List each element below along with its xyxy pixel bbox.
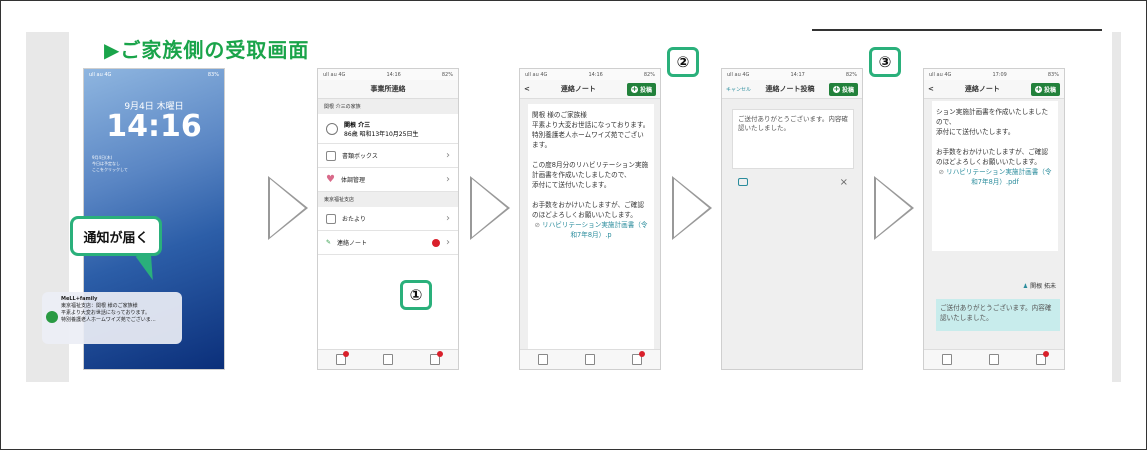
menu-health[interactable]: ♥ 体調管理 › <box>318 168 458 192</box>
phone-note-sent: ull au 4G 17:09 83% < 連絡ノート + 投稿 ション実施計画書を作成い… <box>923 68 1065 370</box>
tab-documents[interactable] <box>988 354 999 365</box>
tab-bar <box>520 349 660 369</box>
arrow-right-icon <box>470 176 510 240</box>
tab-settings[interactable] <box>1035 351 1049 365</box>
nav-bar: キャンセル 連絡ノート投稿 + 投稿 <box>722 80 862 99</box>
notif-subtitle: 東京福祉支店：関根 様のご家族様 <box>61 303 138 309</box>
step-number-2: ② <box>667 47 699 77</box>
post-button[interactable]: + 投稿 <box>1030 82 1060 96</box>
nav-bar: < 連絡ノート + 投稿 <box>924 80 1064 99</box>
person-card[interactable]: 関根 介三 86歳 昭和13年10月25日生 <box>318 114 458 144</box>
callout-notification: 通知が届く <box>70 216 162 256</box>
notif-app-name: MeLL+family <box>61 296 98 302</box>
tab-office[interactable] <box>942 354 953 365</box>
back-icon[interactable]: < <box>524 85 530 93</box>
attachment-link[interactable]: ⊘ リハビリテーション実施計画書（令和7年8月）.pdf <box>936 167 1054 187</box>
status-bar: ull au 4G 14:16 82% <box>318 69 458 80</box>
status-bar: ull au 4G 83% <box>89 71 219 78</box>
paperclip-icon: ⊘ <box>534 221 543 229</box>
pencil-icon: ✎ <box>326 239 332 246</box>
chevron-right-icon: › <box>446 150 450 161</box>
post-button[interactable]: + 投稿 <box>626 82 656 96</box>
avatar-icon <box>326 122 338 135</box>
post-button[interactable]: + 投稿 <box>828 82 858 96</box>
message-body: ション実施計画書を作成いたしましたので、 添付にて送付いたします。 お手数をおかけ… <box>932 101 1058 251</box>
app-icon <box>46 311 58 323</box>
tab-settings[interactable] <box>631 351 645 365</box>
calendar-widget: 9月4日(木) 今日は予定なし ここをクリックして <box>92 155 128 172</box>
back-icon[interactable]: < <box>928 85 934 93</box>
nav-bar: < 連絡ノート + 投稿 <box>520 80 660 99</box>
arrow-right-icon <box>672 176 712 240</box>
message-body: 関根 様のご家族様 平素より大変お世話になっております。 特別養護老人ホームワイズ… <box>528 104 654 356</box>
chevron-right-icon: › <box>446 213 450 224</box>
reply-message: ご送付ありがとうございます。内容確認いたしました。 <box>936 299 1060 331</box>
arrow-right-icon <box>874 176 914 240</box>
step-number-3: ③ <box>869 47 901 77</box>
heart-icon: ♥ <box>326 174 335 185</box>
sender-name: ♟ 関根 拓未 <box>1022 283 1056 290</box>
chevron-right-icon: › <box>446 237 450 248</box>
attachment-row: × <box>732 174 854 190</box>
tab-bar <box>318 349 458 369</box>
page-title: ▶ご家族側の受取画面 <box>104 38 310 62</box>
section-header: 関根 介三の家族 <box>318 99 458 114</box>
tab-office[interactable] <box>336 351 350 365</box>
notif-body-1: 平素より大変お世話になっております。 <box>61 310 151 316</box>
phone-office-contact: ull au 4G 14:16 82% 事業所連絡 関根 介三の家族 関根 介三 86… <box>317 68 459 370</box>
nav-bar: 事業所連絡 <box>318 80 458 99</box>
status-bar: ull au 4G 14:17 82% <box>722 69 862 80</box>
tab-settings[interactable] <box>429 351 443 365</box>
cancel-button[interactable]: キャンセル <box>726 86 751 93</box>
push-notification[interactable]: MeLL+family 東京福祉支店：関根 様のご家族様 平素より大変お世話にな… <box>42 292 182 344</box>
phone-post-note: ull au 4G 14:17 82% キャンセル 連絡ノート投稿 + 投稿 ご送付ありが… <box>721 68 863 370</box>
tab-bar <box>924 349 1064 369</box>
lock-time: 14:16 <box>106 109 202 144</box>
menu-newsletter[interactable]: おたより › <box>318 207 458 231</box>
camera-icon[interactable] <box>738 178 748 186</box>
unread-badge <box>432 238 440 247</box>
phone-contact-note: ull au 4G 14:16 82% < 連絡ノート + 投稿 関根 様のご家族様 平素… <box>519 68 661 370</box>
menu-documents[interactable]: 書類ボックス › <box>318 144 458 168</box>
tab-documents[interactable] <box>382 354 393 365</box>
newsletter-icon <box>326 213 336 224</box>
chevron-right-icon: › <box>446 174 450 185</box>
tab-documents[interactable] <box>584 354 595 365</box>
status-bar: ull au 4G 17:09 83% <box>924 69 1064 80</box>
attachment-link[interactable]: ⊘ リハビリテーション実施計画書（令和7年8月）.p <box>532 220 650 240</box>
message-input[interactable]: ご送付ありがとうございます。内容確認いたしました。 <box>732 109 854 169</box>
section-header: 東京福祉支店 <box>318 192 458 207</box>
arrow-right-icon <box>268 176 308 240</box>
user-icon: ♟ <box>1022 283 1031 290</box>
step-number-1: ① <box>400 280 432 310</box>
top-divider <box>812 29 1102 31</box>
document-icon <box>326 150 336 161</box>
paperclip-icon: ⊘ <box>938 168 947 176</box>
notif-body-2: 特別養護老人ホームワイズ苑でございま… <box>61 317 156 323</box>
status-bar: ull au 4G 14:16 82% <box>520 69 660 80</box>
tab-office[interactable] <box>538 354 549 365</box>
close-icon[interactable]: × <box>840 177 848 188</box>
menu-contact-note[interactable]: ✎ 連絡ノート › <box>318 231 458 255</box>
